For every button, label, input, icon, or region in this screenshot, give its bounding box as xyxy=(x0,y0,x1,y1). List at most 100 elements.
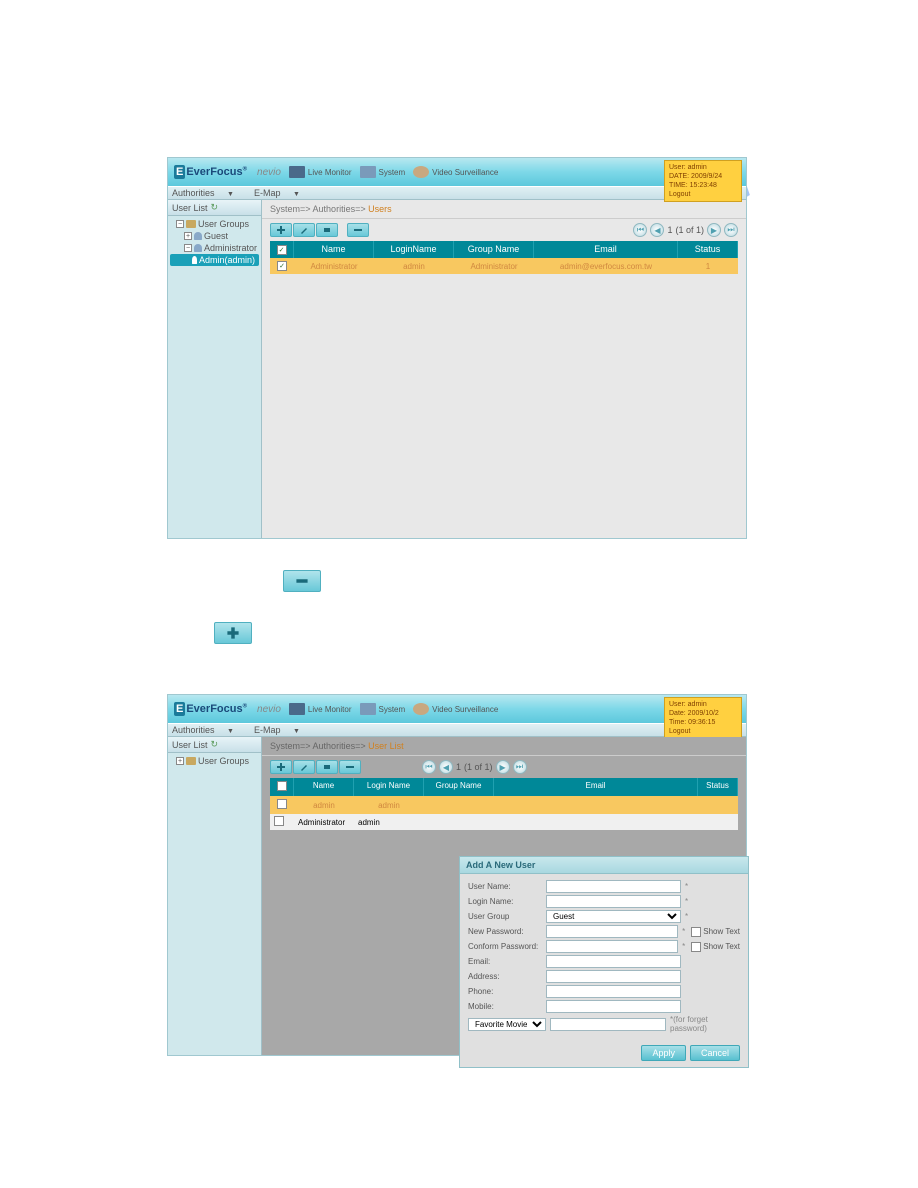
cancel-button[interactable]: Cancel xyxy=(690,1045,740,1061)
brand-name: EverFocus xyxy=(186,166,242,178)
table-row[interactable]: admin admin xyxy=(270,796,738,814)
logout-link[interactable]: Logout xyxy=(669,727,737,736)
row-checkbox[interactable]: ✓ xyxy=(277,261,287,271)
minus-button-example xyxy=(283,570,321,592)
mobile-input[interactable] xyxy=(546,1000,681,1013)
col-email: Email xyxy=(494,778,698,796)
tree-admin[interactable]: −Administrator xyxy=(170,242,259,254)
col-login: LoginName xyxy=(374,241,454,258)
refresh-icon[interactable]: ↻ xyxy=(211,739,219,750)
first-page-button[interactable]: ⏮ xyxy=(422,760,436,774)
add-button[interactable] xyxy=(270,223,292,237)
select-all-checkbox[interactable]: ✓ xyxy=(277,245,287,255)
row-checkbox[interactable] xyxy=(274,816,284,826)
row-checkbox[interactable] xyxy=(277,799,287,809)
logout-link[interactable]: Logout xyxy=(669,190,737,199)
info-time: TIME: 15:23:48 xyxy=(669,181,737,190)
table-row[interactable]: ✓ Administrator admin Administrator admi… xyxy=(270,258,738,274)
next-page-button[interactable]: ▶ xyxy=(707,223,721,237)
nav-system[interactable]: System xyxy=(360,703,406,715)
nav-system[interactable]: System xyxy=(360,166,406,178)
logo: EEverFocus® nevio xyxy=(174,703,281,715)
system-icon xyxy=(360,166,376,178)
prev-page-button[interactable]: ◀ xyxy=(650,223,664,237)
nav-live-monitor[interactable]: Live Monitor xyxy=(289,166,352,178)
showtext-checkbox[interactable] xyxy=(691,942,701,952)
email-label: Email: xyxy=(468,957,546,966)
tree-guest[interactable]: +Guest xyxy=(170,230,259,242)
monitor-icon xyxy=(289,166,305,178)
security-answer-input[interactable] xyxy=(550,1018,666,1031)
col-group: Group Name xyxy=(454,241,534,258)
last-page-button[interactable]: ⏭ xyxy=(724,223,738,237)
delete-button[interactable] xyxy=(347,223,369,237)
nav-video[interactable]: Video Surveillance xyxy=(413,703,498,715)
group-icon xyxy=(194,232,202,240)
col-login: Login Name xyxy=(354,778,424,796)
brand-sub: nevio xyxy=(257,704,281,715)
breadcrumb: System=> Authorities=> User List xyxy=(262,737,746,756)
header: EEverFocus® nevio Live Monitor System Vi… xyxy=(168,695,746,723)
tree-admin-user[interactable]: Admin(admin) xyxy=(170,254,259,266)
camera-icon xyxy=(413,703,429,715)
info-date: DATE: 2009/9/24 xyxy=(669,172,737,181)
address-input[interactable] xyxy=(546,970,681,983)
next-page-button[interactable]: ▶ xyxy=(496,760,510,774)
menu-authorities[interactable]: Authorities ▼ xyxy=(172,188,244,198)
col-status: Status xyxy=(698,778,738,796)
menu-emap[interactable]: E-Map ▼ xyxy=(254,188,310,198)
loginname-input[interactable] xyxy=(546,895,681,908)
sidebar: User List↻ −User Groups +Guest −Administ… xyxy=(168,200,262,538)
nav-video[interactable]: Video Surveillance xyxy=(413,166,498,178)
print-button[interactable] xyxy=(316,223,338,237)
prev-page-button[interactable]: ◀ xyxy=(439,760,453,774)
edit-button[interactable] xyxy=(293,760,315,774)
expand-icon[interactable]: + xyxy=(176,757,184,765)
col-group: Group Name xyxy=(424,778,494,796)
tree-root[interactable]: +User Groups xyxy=(170,755,259,767)
security-question-select[interactable]: Favorite Movie Name xyxy=(468,1018,546,1031)
folder-icon xyxy=(186,220,196,228)
menu-emap[interactable]: E-Map ▼ xyxy=(254,725,310,735)
tree-root[interactable]: −User Groups xyxy=(170,218,259,230)
camera-icon xyxy=(413,166,429,178)
sidebar: User List↻ +User Groups xyxy=(168,737,262,1055)
collapse-icon[interactable]: − xyxy=(184,244,192,252)
address-label: Address: xyxy=(468,972,546,981)
confpass-input[interactable] xyxy=(546,940,678,953)
brand-sub: nevio xyxy=(257,167,281,178)
info-time: Time: 09:36:15 xyxy=(669,718,737,727)
email-input[interactable] xyxy=(546,955,681,968)
select-all-checkbox[interactable] xyxy=(277,781,287,791)
table-row[interactable]: Administrator admin xyxy=(270,814,738,830)
pager: ⏮ ◀ 1 (1 of 1) ▶ ⏭ xyxy=(633,223,738,237)
nav-live-monitor[interactable]: Live Monitor xyxy=(289,703,352,715)
user-table: Name Login Name Group Name Email Status … xyxy=(270,778,738,830)
menubar: Authorities ▼ E-Map ▼ xyxy=(168,723,746,737)
expand-icon[interactable]: + xyxy=(184,232,192,240)
collapse-icon[interactable]: − xyxy=(176,220,184,228)
edit-button[interactable] xyxy=(293,223,315,237)
folder-icon xyxy=(186,757,196,765)
last-page-button[interactable]: ⏭ xyxy=(513,760,527,774)
toolbar: ⏮ ◀ 1 (1 of 1) ▶ ⏭ xyxy=(262,219,746,241)
user-info-box: User: admin Date: 2009/10/2 Time: 09:36:… xyxy=(664,697,742,739)
table-header: Name Login Name Group Name Email Status xyxy=(270,778,738,796)
col-name: Name xyxy=(294,241,374,258)
username-input[interactable] xyxy=(546,880,681,893)
refresh-icon[interactable]: ↻ xyxy=(211,202,219,213)
usergroup-select[interactable]: Guest xyxy=(546,910,681,923)
info-user: User: admin xyxy=(669,700,737,709)
menu-authorities[interactable]: Authorities ▼ xyxy=(172,725,244,735)
add-button[interactable] xyxy=(270,760,292,774)
print-button[interactable] xyxy=(316,760,338,774)
page-total: (1 of 1) xyxy=(464,762,493,772)
info-date: Date: 2009/10/2 xyxy=(669,709,737,718)
delete-button[interactable] xyxy=(339,760,361,774)
col-name: Name xyxy=(294,778,354,796)
first-page-button[interactable]: ⏮ xyxy=(633,223,647,237)
showtext-checkbox[interactable] xyxy=(691,927,701,937)
apply-button[interactable]: Apply xyxy=(641,1045,686,1061)
newpass-input[interactable] xyxy=(546,925,678,938)
phone-input[interactable] xyxy=(546,985,681,998)
